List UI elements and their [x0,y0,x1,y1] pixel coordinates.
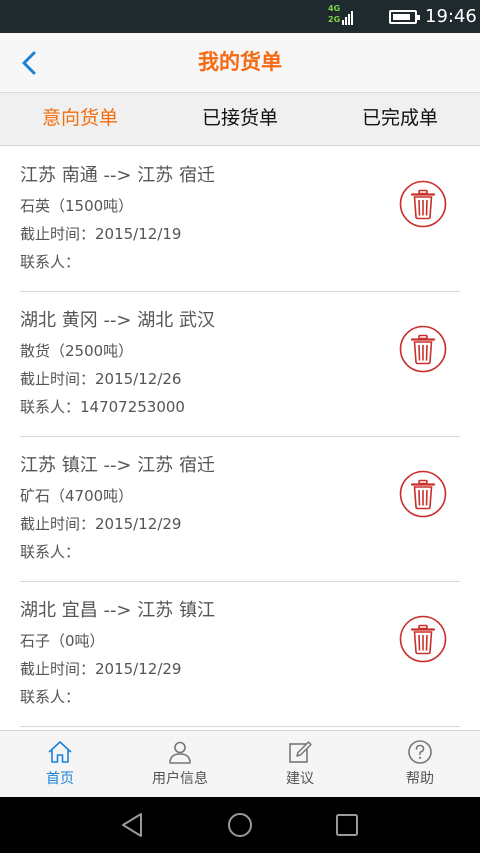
list-item[interactable]: 湖北 宜昌 --> 江苏 镇江 石子（0吨） 截止时间：2015/12/29 联… [20,582,460,727]
network-type-bottom: 2G [328,15,341,24]
nav-help[interactable]: 帮助 [360,731,480,797]
order-tabs: 意向货单 已接货单 已完成单 [0,92,480,146]
triangle-back-icon [122,813,142,837]
network-type-top: 4G [328,4,341,13]
help-icon [408,740,432,764]
cellular-signal-icon: 4G 2G [328,4,356,28]
order-goods: 石子（0吨） [20,632,105,650]
order-route: 湖北 宜昌 --> 江苏 镇江 [20,600,215,621]
system-back-button[interactable] [118,811,146,839]
user-icon [169,741,191,764]
nav-user-info-label: 用户信息 [152,771,208,787]
status-time: 19:46 [425,6,477,27]
delete-button[interactable] [399,325,447,373]
delete-button[interactable] [399,615,447,663]
order-deadline: 截止时间：2015/12/26 [20,370,182,388]
nav-suggestion[interactable]: 建议 [240,731,360,797]
tab-intended-orders[interactable]: 意向货单 [0,93,160,145]
battery-icon [389,10,420,24]
list-item[interactable]: 湖北 黄冈 --> 湖北 武汉 散货（2500吨） 截止时间：2015/12/2… [20,292,460,437]
order-route: 江苏 南通 --> 江苏 宿迁 [20,165,215,186]
order-deadline: 截止时间：2015/12/19 [20,225,182,243]
home-icon [48,741,72,763]
system-recents-button[interactable] [333,811,361,839]
trash-icon [399,325,447,373]
circle-home-icon [228,813,252,837]
list-item[interactable]: 江苏 镇江 --> 江苏 宿迁 矿石（4700吨） 截止时间：2015/12/2… [20,437,460,582]
nav-home[interactable]: 首页 [0,731,120,797]
list-item[interactable]: 江苏 南通 --> 江苏 宿迁 石英（1500吨） 截止时间：2015/12/1… [20,147,460,292]
order-contact: 联系人： [20,543,81,561]
order-deadline: 截止时间：2015/12/29 [20,660,182,678]
trash-icon [399,615,447,663]
order-contact: 联系人： [20,253,81,271]
order-goods: 石英（1500吨） [20,197,134,215]
tab-accepted-orders[interactable]: 已接货单 [160,93,320,145]
system-home-button[interactable] [226,811,254,839]
order-route: 江苏 镇江 --> 江苏 宿迁 [20,455,215,476]
nav-home-label: 首页 [46,771,74,787]
status-bar: 4G 2G 19:46 [0,0,480,33]
order-goods: 矿石（4700吨） [20,487,134,505]
nav-suggestion-label: 建议 [286,771,314,787]
order-route: 湖北 黄冈 --> 湖北 武汉 [20,310,215,331]
page-title: 我的货单 [198,50,282,74]
order-deadline: 截止时间：2015/12/29 [20,515,182,533]
order-list: 江苏 南通 --> 江苏 宿迁 石英（1500吨） 截止时间：2015/12/1… [0,147,480,730]
edit-icon [289,741,312,763]
tab-completed-orders[interactable]: 已完成单 [320,93,480,145]
nav-help-label: 帮助 [406,771,434,787]
order-contact: 联系人： [20,688,81,706]
delete-button[interactable] [399,180,447,228]
delete-button[interactable] [399,470,447,518]
square-recents-icon [336,814,358,836]
nav-user-info[interactable]: 用户信息 [120,731,240,797]
bottom-nav: 首页 用户信息 建议 帮助 [0,730,480,797]
trash-icon [399,180,447,228]
system-nav-bar [0,797,480,853]
trash-icon [399,470,447,518]
order-goods: 散货（2500吨） [20,342,134,360]
order-contact: 联系人：14707253000 [20,398,185,416]
app-header: 我的货单 [0,33,480,92]
